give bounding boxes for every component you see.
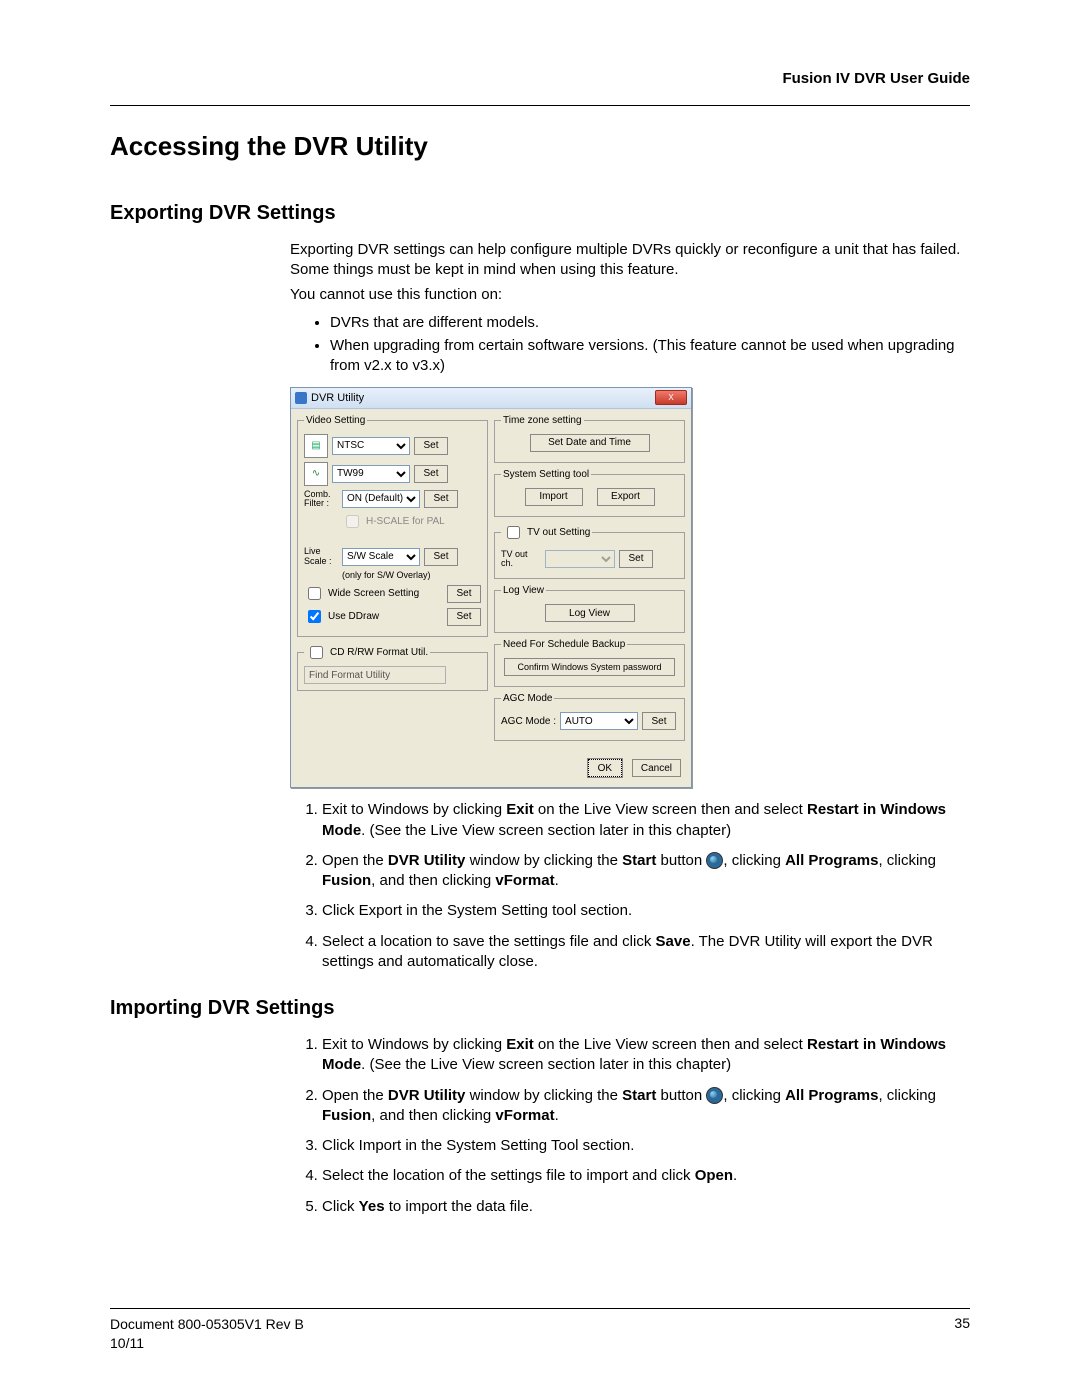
logview-button[interactable]: Log View xyxy=(545,604,635,622)
export-button[interactable]: Export xyxy=(597,488,655,506)
comb-filter-label: Comb. Filter : xyxy=(304,490,338,509)
heading-accessing: Accessing the DVR Utility xyxy=(110,131,970,162)
export-step-2: Open the DVR Utility window by clicking … xyxy=(322,851,970,892)
video-setting-legend: Video Setting xyxy=(304,415,367,426)
system-setting-group: System Setting tool Import Export xyxy=(494,469,685,517)
import-step-5: Click Yes to import the data file. xyxy=(322,1197,970,1217)
dialog-title: DVR Utility xyxy=(311,392,364,404)
rule-top xyxy=(110,105,970,106)
export-step-3: Click Export in the System Setting tool … xyxy=(322,901,970,921)
ddraw-label: Use DDraw xyxy=(328,611,379,622)
export-intro-1: Exporting DVR settings can help configur… xyxy=(290,240,970,281)
confirm-password-button[interactable]: Confirm Windows System password xyxy=(504,658,674,676)
set-date-time-button[interactable]: Set Date and Time xyxy=(530,434,650,452)
live-scale-note: (only for S/W Overlay) xyxy=(342,570,481,580)
agc-group: AGC Mode AGC Mode : AUTO Set xyxy=(494,693,685,741)
comb-filter-select[interactable]: ON (Default) xyxy=(342,490,420,508)
cd-format-group: CD R/RW Format Util. xyxy=(297,643,488,691)
tvout-legend: TV out Setting xyxy=(527,527,590,538)
tvout-label: TV out ch. xyxy=(501,550,541,569)
export-bullet-2: When upgrading from certain software ver… xyxy=(330,336,970,377)
footer-doc-id: Document 800-05305V1 Rev B xyxy=(110,1315,304,1334)
tvout-set-button[interactable]: Set xyxy=(619,550,653,568)
logview-group: Log View Log View xyxy=(494,585,685,633)
live-set-button[interactable]: Set xyxy=(424,548,458,566)
page-footer: Document 800-05305V1 Rev B 10/11 35 xyxy=(110,1308,970,1353)
import-button[interactable]: Import xyxy=(525,488,583,506)
export-step-4: Select a location to save the settings f… xyxy=(322,932,970,973)
ntsc-icon: ▤ xyxy=(304,434,328,458)
ntsc-select[interactable]: NTSC xyxy=(332,437,410,455)
heading-exporting: Exporting DVR Settings xyxy=(110,202,970,225)
timezone-group: Time zone setting Set Date and Time xyxy=(494,415,685,463)
wide-screen-checkbox[interactable] xyxy=(308,587,321,600)
timezone-legend: Time zone setting xyxy=(501,415,584,426)
ntsc-set-button[interactable]: Set xyxy=(414,437,448,455)
agc-set-button[interactable]: Set xyxy=(642,712,676,730)
heading-importing: Importing DVR Settings xyxy=(110,997,970,1020)
dialog-titlebar: DVR Utility X xyxy=(291,388,691,409)
import-step-3: Click Import in the System Setting Tool … xyxy=(322,1136,970,1156)
export-step-1: Exit to Windows by clicking Exit on the … xyxy=(322,800,970,841)
cd-legend: CD R/RW Format Util. xyxy=(330,647,428,658)
app-icon xyxy=(295,392,307,404)
doc-title: Fusion IV DVR User Guide xyxy=(110,70,970,87)
start-button-icon xyxy=(706,1087,723,1104)
import-steps: Exit to Windows by clicking Exit on the … xyxy=(290,1035,970,1217)
cancel-button[interactable]: Cancel xyxy=(632,759,681,777)
dvr-utility-dialog: DVR Utility X Video Setting ▤ NTSC Set ∿… xyxy=(290,387,692,789)
tvout-enable-checkbox[interactable] xyxy=(507,526,520,539)
footer-page-number: 35 xyxy=(954,1315,970,1353)
tw99-select[interactable]: TW99 xyxy=(332,465,410,483)
hscale-label: H-SCALE for PAL xyxy=(366,516,445,527)
agc-select[interactable]: AUTO xyxy=(560,712,638,730)
import-step-2: 2. Open the DVR Utility window by clicki… xyxy=(322,1086,970,1127)
system-setting-legend: System Setting tool xyxy=(501,469,591,480)
tvout-group: TV out Setting TV out ch. Set xyxy=(494,523,685,580)
tw99-set-button[interactable]: Set xyxy=(414,465,448,483)
tw99-icon: ∿ xyxy=(304,462,328,486)
export-intro-2: You cannot use this function on: xyxy=(290,285,970,305)
footer-date: 10/11 xyxy=(110,1334,304,1353)
wide-set-button[interactable]: Set xyxy=(447,585,481,603)
logview-legend: Log View xyxy=(501,585,546,596)
import-step-1: Exit to Windows by clicking Exit on the … xyxy=(322,1035,970,1076)
ok-button[interactable]: OK xyxy=(588,759,622,777)
cd-path-field xyxy=(304,666,446,684)
schedule-backup-legend: Need For Schedule Backup xyxy=(501,639,627,650)
ddraw-checkbox[interactable] xyxy=(308,610,321,623)
agc-label: AGC Mode : xyxy=(501,716,556,727)
ddraw-set-button[interactable]: Set xyxy=(447,608,481,626)
wide-screen-label: Wide Screen Setting xyxy=(328,588,419,599)
comb-set-button[interactable]: Set xyxy=(424,490,458,508)
hscale-checkbox xyxy=(346,515,359,528)
agc-legend: AGC Mode xyxy=(501,693,554,704)
export-steps: Exit to Windows by clicking Exit on the … xyxy=(290,800,970,972)
cd-enable-checkbox[interactable] xyxy=(310,646,323,659)
tvout-select xyxy=(545,550,615,568)
video-setting-group: Video Setting ▤ NTSC Set ∿ TW99 Set Comb… xyxy=(297,415,488,638)
close-button[interactable]: X xyxy=(655,390,687,405)
schedule-backup-group: Need For Schedule Backup Confirm Windows… xyxy=(494,639,685,687)
start-button-icon xyxy=(706,852,723,869)
export-bullet-1: DVRs that are different models. xyxy=(330,313,970,333)
live-scale-select[interactable]: S/W Scale xyxy=(342,548,420,566)
import-step-4: Select the location of the settings file… xyxy=(322,1166,970,1186)
live-scale-label: Live Scale : xyxy=(304,547,338,566)
